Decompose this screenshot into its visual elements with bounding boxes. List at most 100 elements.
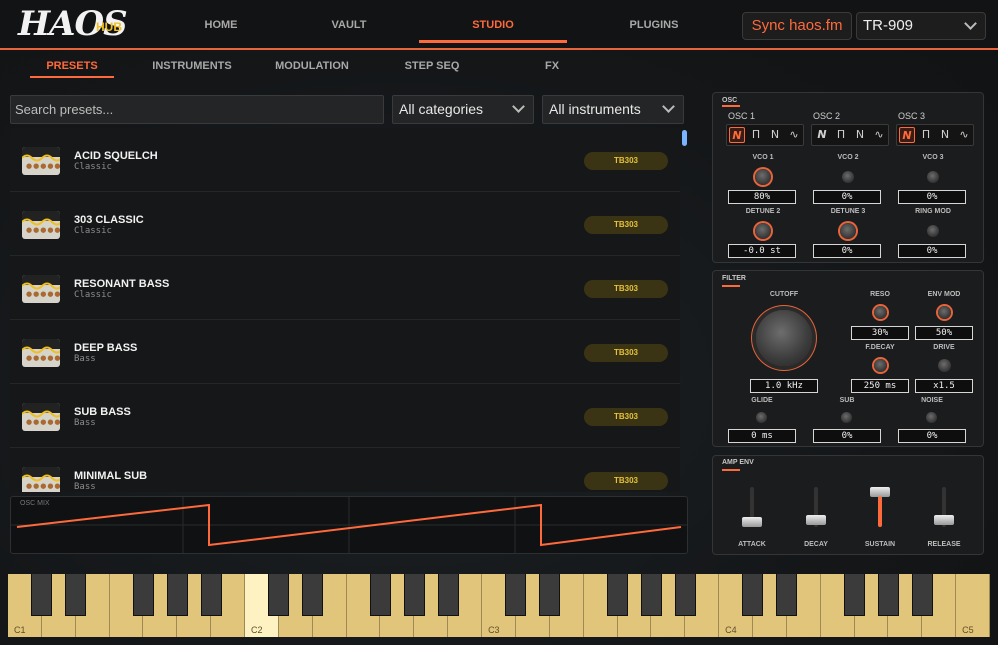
preset-row[interactable]: ●●●●● MINIMAL SUB Bass TB303 <box>10 448 680 492</box>
instrument-badge: TB303 <box>584 216 668 234</box>
osc-param-label: VCO 3 <box>922 154 944 161</box>
osc-param-knob[interactable] <box>755 169 771 185</box>
noise-knob[interactable] <box>926 412 937 423</box>
black-key[interactable] <box>877 574 899 616</box>
osc-param-knob[interactable] <box>927 225 939 237</box>
black-key[interactable] <box>132 574 154 616</box>
ramp-wave-icon[interactable]: N <box>767 127 783 143</box>
search-presets-input[interactable] <box>10 95 384 124</box>
black-key[interactable] <box>742 574 764 616</box>
instrument-select[interactable]: All instruments <box>542 95 684 124</box>
synth-thumbnail-icon: ●●●●● <box>22 211 60 239</box>
white-key[interactable]: C5 <box>956 574 990 637</box>
sustain-fader-handle[interactable] <box>870 487 890 497</box>
osc-param-knob[interactable] <box>755 223 771 239</box>
black-key[interactable] <box>776 574 798 616</box>
synth-thumbnail-icon: ●●●●● <box>22 147 60 175</box>
black-key[interactable] <box>369 574 391 616</box>
black-key[interactable] <box>166 574 188 616</box>
ramp-wave-icon[interactable]: N <box>852 127 868 143</box>
osc-3-waveform-selector: N Π N ∿ <box>896 124 974 146</box>
tab-active-indicator <box>30 76 114 78</box>
env-mod-label: ENV MOD <box>927 291 961 298</box>
reso-knob[interactable] <box>874 306 887 319</box>
category-select-value: All categories <box>399 101 484 117</box>
tab-fx[interactable]: FX <box>492 60 612 72</box>
instrument-badge: TB303 <box>584 408 668 426</box>
black-key[interactable] <box>268 574 290 616</box>
attack-label: ATTACK <box>738 541 766 548</box>
category-select[interactable]: All categories <box>392 95 534 124</box>
square-wave-icon[interactable]: Π <box>833 127 849 143</box>
sync-button[interactable]: Sync haos.fm <box>742 12 852 40</box>
release-fader-handle[interactable] <box>934 514 954 525</box>
nav-plugins[interactable]: PLUGINS <box>579 19 729 31</box>
device-select[interactable]: TR-909 <box>856 12 986 40</box>
drive-label: DRIVE <box>933 344 955 351</box>
nav-active-indicator <box>419 40 567 43</box>
black-key[interactable] <box>403 574 425 616</box>
osc-param-knob[interactable] <box>927 171 939 183</box>
decay-fader-handle[interactable] <box>806 514 826 525</box>
osc-param-knob[interactable] <box>842 171 854 183</box>
nav-vault[interactable]: VAULT <box>274 19 424 31</box>
tab-instruments[interactable]: INSTRUMENTS <box>132 60 252 72</box>
osc-3-label: OSC 3 <box>898 111 926 121</box>
drive-knob[interactable] <box>938 359 951 372</box>
preset-category: Bass <box>74 482 96 492</box>
black-key[interactable] <box>200 574 222 616</box>
env-mod-knob[interactable] <box>938 306 951 319</box>
tab-step-seq[interactable]: STEP SEQ <box>372 60 492 72</box>
reso-label: RESO <box>870 291 890 298</box>
reso-value: 30% <box>851 326 909 340</box>
square-wave-icon[interactable]: Π <box>748 127 764 143</box>
filter-title-underline <box>722 285 740 287</box>
preset-row[interactable]: ●●●●● RESONANT BASS Classic TB303 <box>10 256 680 320</box>
saw-wave-icon[interactable]: N <box>899 127 915 143</box>
osc-param-knob[interactable] <box>840 223 856 239</box>
cutoff-knob[interactable] <box>756 310 812 366</box>
preset-row[interactable]: ●●●●● SUB BASS Bass TB303 <box>10 384 680 448</box>
glide-knob[interactable] <box>756 412 767 423</box>
black-key[interactable] <box>31 574 53 616</box>
black-key[interactable] <box>539 574 561 616</box>
saw-wave-icon[interactable]: N <box>814 127 830 143</box>
black-key[interactable] <box>640 574 662 616</box>
octave-label: C2 <box>251 625 263 635</box>
black-key[interactable] <box>844 574 866 616</box>
preset-row[interactable]: ●●●●● DEEP BASS Bass TB303 <box>10 320 680 384</box>
black-key[interactable] <box>65 574 87 616</box>
octave-label: C4 <box>725 625 737 635</box>
ramp-wave-icon[interactable]: N <box>937 127 953 143</box>
sine-wave-icon[interactable]: ∿ <box>786 127 802 143</box>
preset-list[interactable]: ●●●●● ACID SQUELCH Classic TB303 ●●●●● 303 CL… <box>10 128 688 492</box>
black-key[interactable] <box>607 574 628 616</box>
black-key[interactable] <box>505 574 527 616</box>
osc-param-label: DETUNE 3 <box>830 208 866 215</box>
sine-wave-icon[interactable]: ∿ <box>871 127 887 143</box>
black-key[interactable] <box>674 574 696 616</box>
preset-name: SUB BASS <box>74 406 131 418</box>
preset-row[interactable]: ●●●●● ACID SQUELCH Classic TB303 <box>10 128 680 192</box>
attack-fader-handle[interactable] <box>742 517 762 527</box>
preset-row[interactable]: ●●●●● 303 CLASSIC Classic TB303 <box>10 192 680 256</box>
saw-wave-icon[interactable]: N <box>729 127 745 143</box>
square-wave-icon[interactable]: Π <box>918 127 934 143</box>
tab-modulation[interactable]: MODULATION <box>252 60 372 72</box>
preset-name: 303 CLASSIC <box>74 214 144 226</box>
instrument-badge: TB303 <box>584 152 668 170</box>
osc-1-label: OSC 1 <box>728 111 756 121</box>
sine-wave-icon[interactable]: ∿ <box>956 127 972 143</box>
nav-studio[interactable]: STUDIO <box>418 19 568 31</box>
sub-knob[interactable] <box>841 412 852 423</box>
f-decay-knob[interactable] <box>874 359 887 372</box>
black-key[interactable] <box>911 574 933 616</box>
filter-panel-title: FILTER <box>722 275 746 282</box>
black-key[interactable] <box>437 574 459 616</box>
tab-presets[interactable]: PRESETS <box>12 60 132 72</box>
black-key[interactable] <box>302 574 324 616</box>
chevron-down-icon <box>964 17 977 30</box>
preset-list-scrollbar[interactable] <box>682 130 687 146</box>
octave-label: C5 <box>962 625 974 635</box>
osc-1-waveform-selector: N Π N ∿ <box>726 124 804 146</box>
